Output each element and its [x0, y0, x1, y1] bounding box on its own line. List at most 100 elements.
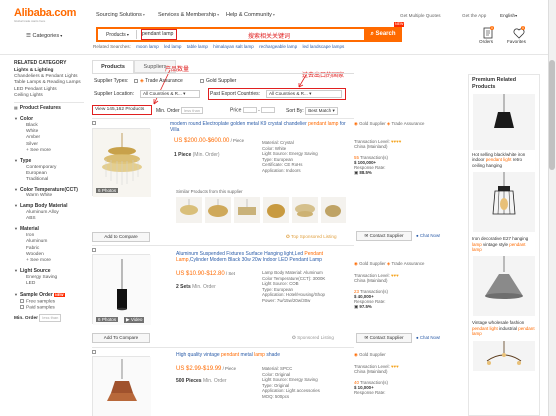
body-option[interactable]: ABS — [14, 216, 84, 222]
related-product-name[interactable]: Vintage wholesale fashion pendant light … — [469, 320, 539, 336]
product-price: US $10.90-$12.80 / Set — [176, 271, 235, 277]
related-product-name[interactable]: Hot selling black/white iron indoor pend… — [469, 152, 539, 168]
get-app-link[interactable]: Get the App — [462, 13, 486, 18]
spec-line: Lamp Body Material: Aluminum — [262, 270, 323, 275]
related-search-link[interactable]: rechargeable lamp — [259, 44, 297, 49]
contact-supplier-button[interactable]: ✉ Contact Supplier — [356, 231, 412, 241]
product-title[interactable]: Aluminum Suspended Fixtures Surface Hang… — [176, 251, 356, 263]
triangle-down-icon: ▼ — [14, 291, 18, 297]
section-label: Material — [19, 226, 39, 233]
chevron-down-icon: ▾ — [515, 13, 518, 18]
response-rate: ▣ 88.5% — [354, 170, 444, 176]
cct-section[interactable]: ▼ Color Temperature(CCT) — [14, 187, 84, 193]
orders-icon[interactable]: 0 — [481, 26, 495, 40]
tab-products[interactable]: Products — [92, 60, 134, 73]
category-link[interactable]: Ceiling Lights — [14, 93, 84, 99]
compare-checkbox[interactable] — [92, 350, 96, 354]
sort-select[interactable]: Best Match ▾ — [305, 107, 338, 115]
supplier-location-select[interactable]: All Countries & R... ▾ — [140, 90, 200, 98]
top-sponsored-label: ✪ Top Sponsored Listing — [286, 234, 337, 240]
spec-line: Application: Indoors — [262, 167, 301, 173]
min-order-input[interactable]: less than — [39, 313, 62, 322]
nav-label: Help & Community — [226, 12, 272, 18]
min-order-input[interactable]: less than — [181, 107, 204, 114]
trade-assurance-checkbox[interactable]: ◈ Trade Assurance — [134, 78, 183, 84]
get-quotes-link[interactable]: Get Multiple Quotes — [400, 13, 441, 18]
chat-label: Chat Now! — [419, 233, 441, 238]
related-search-link[interactable]: table lamp — [187, 44, 208, 49]
vintage-shade-image — [93, 357, 151, 416]
option-label: Paid samples — [26, 305, 55, 311]
gold-supplier-checkbox[interactable]: Gold Supplier — [200, 78, 236, 84]
supplier-info: ◉ Gold Supplier Transaction Level: ♥♥♥ C… — [354, 352, 444, 395]
logo-text: Alibaba.com — [14, 7, 77, 19]
title-text: metal — [239, 352, 255, 358]
related-product-image[interactable] — [473, 172, 535, 233]
scrollbar-thumb[interactable] — [549, 60, 555, 170]
price-min-input[interactable] — [242, 107, 257, 113]
search-type-select[interactable]: Products ▾ — [99, 30, 137, 39]
chat-now-button[interactable]: ● Chat Now! — [416, 233, 440, 238]
material-section[interactable]: ▼ Material — [14, 225, 84, 233]
min-order-filter: Min. Order less than — [14, 313, 84, 322]
add-to-compare-button[interactable]: Add To Compare — [92, 333, 150, 343]
chevron-down-icon: ▾ — [217, 12, 220, 17]
related-search-link[interactable]: moon lamp — [136, 44, 159, 49]
sample-order-section[interactable]: ▼ Sample Order NEW — [14, 291, 84, 299]
sample-checkbox[interactable]: Paid samples — [14, 305, 84, 311]
related-product-image[interactable] — [473, 256, 535, 317]
related-product-image[interactable] — [473, 340, 535, 371]
photos-count[interactable]: 6 Photos — [96, 188, 119, 193]
category-link[interactable]: Table Lamps & Reading Lamps — [14, 80, 84, 86]
badge-text: Gold Supplier — [359, 121, 386, 126]
option-label: Amber — [26, 135, 41, 141]
checkbox-icon — [20, 305, 24, 310]
compare-checkbox[interactable] — [92, 121, 96, 125]
language-selector[interactable]: English▾ — [500, 13, 517, 18]
search-button[interactable]: ⌕ Search — [364, 27, 402, 42]
contact-supplier-button[interactable]: ✉ Contact Supplier — [356, 333, 412, 343]
color-section[interactable]: ▼ Color — [14, 115, 84, 123]
product-image[interactable] — [92, 356, 151, 416]
favorites-label[interactable]: Favorites — [507, 39, 526, 44]
related-search-link[interactable]: led landscape lamps — [302, 44, 344, 49]
light-source-option[interactable]: LED — [14, 281, 84, 287]
related-product-name[interactable]: Iron decorative E27 hanging lamp vintage… — [469, 236, 539, 252]
product-image[interactable] — [92, 128, 151, 197]
alibaba-logo[interactable]: Alibaba.com Global trade starts here — [14, 7, 77, 24]
gold-supplier-badge: ◉ Gold Supplier — [354, 352, 444, 358]
price-max-input[interactable] — [261, 107, 276, 113]
nav-sourcing-solutions[interactable]: Sourcing Solutions▾ — [96, 12, 145, 18]
photos-count[interactable]: 6 Photos — [96, 317, 119, 322]
response-rate: ▣ 97.5% — [354, 304, 444, 310]
orders-label[interactable]: Orders — [479, 39, 493, 44]
chat-now-button[interactable]: ● Chat Now! — [416, 335, 440, 340]
see-more-link[interactable]: + See more — [14, 148, 84, 154]
see-more-link[interactable]: + See more — [14, 258, 84, 264]
response-rate-label: Response Rate: — [354, 390, 386, 395]
compare-checkbox[interactable] — [92, 248, 96, 252]
heart-icon[interactable]: 0 — [512, 26, 526, 40]
spec-line: Light Source: Energy Saving — [262, 377, 318, 383]
related-product-image[interactable] — [473, 94, 535, 150]
product-title[interactable]: modern round Electroplate golden metal K… — [170, 121, 350, 133]
type-option[interactable]: Traditional — [14, 177, 84, 183]
lamp-body-section[interactable]: ▼ Lamp Body Material — [14, 202, 84, 210]
nav-services-membership[interactable]: Services & Membership▾ — [158, 12, 219, 18]
video-button[interactable]: ▶ Video — [124, 317, 145, 323]
name-keyword: pendant light — [472, 325, 498, 331]
product-title[interactable]: High quality vintage pendant metal lamp … — [176, 352, 356, 358]
sort-label: Sort By: — [286, 108, 304, 114]
product-image[interactable] — [92, 254, 151, 325]
premium-related-title: Premium Related Products — [472, 77, 517, 90]
cct-option[interactable]: Warm White — [14, 193, 84, 199]
min-order-label: Min. Order — [156, 108, 180, 114]
related-search-link[interactable]: himalayan salt lamp — [213, 44, 254, 49]
related-search-link[interactable]: led lamp — [164, 44, 181, 49]
past-export-select[interactable]: All Countries & R... ▾ — [266, 90, 342, 98]
similar-products-images[interactable] — [176, 197, 346, 223]
type-section[interactable]: ▼ Type — [14, 157, 84, 165]
add-to-compare-button[interactable]: Add to Compare — [92, 232, 150, 242]
categories-menu[interactable]: ☰ Categories ▾ — [26, 33, 62, 39]
nav-help-community[interactable]: Help & Community▾ — [226, 12, 275, 18]
